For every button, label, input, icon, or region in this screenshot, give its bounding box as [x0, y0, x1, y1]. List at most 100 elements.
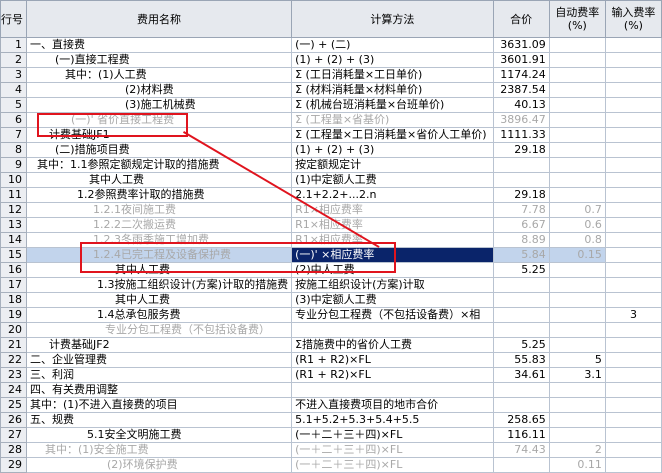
fee-name-cell[interactable]: 1.2.1夜间施工费 [25, 202, 293, 218]
auto-rate-cell[interactable] [548, 292, 606, 308]
input-rate-cell[interactable] [604, 262, 662, 278]
table-row[interactable]: 21 计费基础JF2 Σ措施费中的省价人工费 5.25 [0, 337, 662, 353]
calc-method-cell[interactable] [291, 322, 494, 338]
auto-rate-cell[interactable] [548, 127, 606, 143]
calc-method-cell[interactable]: (2)中人工费 [291, 262, 494, 278]
auto-rate-cell[interactable] [548, 142, 606, 158]
fee-name-cell[interactable]: 1.2.2二次搬运费 [25, 217, 293, 233]
total-cell[interactable] [492, 307, 550, 323]
input-rate-cell[interactable] [604, 397, 662, 413]
calc-method-cell[interactable]: Σ (工日消耗量×工日单价) [291, 67, 494, 83]
input-rate-cell[interactable] [604, 457, 662, 473]
table-row[interactable]: 6 (一)' 省价直接工程费 Σ (工程量×省基价) 3896.47 [0, 112, 662, 128]
table-row[interactable]: 19 1.4总承包服务费 专业分包工程费（不包括设备费）×相 3 [0, 307, 662, 323]
fee-name-cell[interactable]: 二、企业管理费 [25, 352, 293, 368]
input-rate-cell[interactable] [604, 127, 662, 143]
auto-rate-cell[interactable] [548, 67, 606, 83]
auto-rate-cell[interactable] [548, 157, 606, 173]
table-row[interactable]: 3 其中：(1)人工费 Σ (工日消耗量×工日单价) 1174.24 [0, 67, 662, 83]
fee-name-cell[interactable]: 其中：(1)安全施工费 [25, 442, 293, 458]
calc-method-cell[interactable]: 按定额规定计 [291, 157, 494, 173]
total-cell[interactable]: 1111.33 [492, 127, 550, 143]
fee-name-cell[interactable]: 1.2.4已完工程及设备保护费 [25, 247, 293, 263]
total-cell[interactable] [492, 322, 550, 338]
table-row[interactable]: 13 1.2.2二次搬运费 R1×相应费率 6.67 0.6 [0, 217, 662, 233]
fee-name-cell[interactable]: 1.2参照费率计取的措施费 [25, 187, 293, 203]
auto-rate-cell[interactable] [548, 307, 606, 323]
calc-method-cell[interactable]: (一＋二＋三＋四)×FL [291, 457, 494, 473]
calc-method-cell[interactable]: R1×相应费率 [291, 217, 494, 233]
total-cell[interactable]: 8.89 [492, 232, 550, 248]
table-row[interactable]: 9 其中：1.1参照定额规定计取的措施费 按定额规定计 [0, 157, 662, 173]
fee-name-cell[interactable]: (一)' 省价直接工程费 [25, 112, 293, 128]
total-cell[interactable]: 7.78 [492, 202, 550, 218]
auto-rate-cell[interactable] [548, 382, 606, 398]
fee-name-cell[interactable]: 1.4总承包服务费 [25, 307, 293, 323]
auto-rate-cell[interactable] [548, 187, 606, 203]
total-cell[interactable]: 3601.91 [492, 52, 550, 68]
header-input-rate[interactable]: 输入费率 (%) [604, 0, 662, 38]
fee-name-cell[interactable]: 5.1安全文明施工费 [25, 427, 293, 443]
total-cell[interactable]: 29.18 [492, 187, 550, 203]
table-row[interactable]: 5 (3)施工机械费 Σ (机械台班消耗量×台班单价) 40.13 [0, 97, 662, 113]
auto-rate-cell[interactable] [548, 112, 606, 128]
calc-method-cell[interactable]: (1) + (2) + (3) [291, 52, 494, 68]
header-total[interactable]: 合价 [492, 0, 550, 38]
fee-name-cell[interactable]: 计费基础JF2 [25, 337, 293, 353]
fee-name-cell[interactable]: 专业分包工程费（不包括设备费） [25, 322, 293, 338]
calc-method-cell-selected[interactable]: (一)' ×相应费率 [291, 247, 494, 263]
auto-rate-cell[interactable]: 0.11 [548, 457, 606, 473]
calc-method-cell[interactable]: (1)中定额人工费 [291, 172, 494, 188]
auto-rate-cell[interactable] [548, 82, 606, 98]
fee-name-cell[interactable]: 1.2.3冬雨季施工增加费 [25, 232, 293, 248]
table-row[interactable]: 2 (一)直接工程费 (1) + (2) + (3) 3601.91 [0, 52, 662, 68]
fee-name-cell[interactable]: 五、规费 [25, 412, 293, 428]
input-rate-cell[interactable] [604, 142, 662, 158]
calc-method-cell[interactable]: 按施工组织设计(方案)计取 [291, 277, 494, 293]
table-row[interactable]: 12 1.2.1夜间施工费 R1×相应费率 7.78 0.7 [0, 202, 662, 218]
total-cell[interactable]: 116.11 [492, 427, 550, 443]
table-row[interactable]: 10 其中人工费 (1)中定额人工费 [0, 172, 662, 188]
table-row[interactable]: 29 (2)环境保护费 (一＋二＋三＋四)×FL 0.11 [0, 457, 662, 473]
table-row[interactable]: 20 专业分包工程费（不包括设备费） [0, 322, 662, 338]
table-row[interactable]: 22 二、企业管理费 (R1 + R2)×FL 55.83 5 [0, 352, 662, 368]
auto-rate-cell[interactable] [548, 262, 606, 278]
calc-method-cell[interactable]: (R1 + R2)×FL [291, 352, 494, 368]
input-rate-cell[interactable] [604, 427, 662, 443]
table-row[interactable]: 26 五、规费 5.1+5.2+5.3+5.4+5.5 258.65 [0, 412, 662, 428]
fee-name-cell[interactable]: 计费基础JF1 [25, 127, 293, 143]
table-row-selected[interactable]: 15 1.2.4已完工程及设备保护费 (一)' ×相应费率 5.84 0.15 [0, 247, 662, 263]
table-row[interactable]: 23 三、利润 (R1 + R2)×FL 34.61 3.1 [0, 367, 662, 383]
auto-rate-cell[interactable] [548, 412, 606, 428]
total-cell[interactable]: 6.67 [492, 217, 550, 233]
input-rate-cell[interactable] [604, 292, 662, 308]
auto-rate-cell[interactable]: 3.1 [548, 367, 606, 383]
auto-rate-cell[interactable] [548, 52, 606, 68]
table-row[interactable]: 1 一、直接费 (一) + (二) 3631.09 [0, 37, 662, 53]
fee-name-cell[interactable]: 1.3按施工组织设计(方案)计取的措施费 [25, 277, 293, 293]
calc-method-cell[interactable]: Σ (工程量×省基价) [291, 112, 494, 128]
auto-rate-cell[interactable]: 0.7 [548, 202, 606, 218]
total-cell[interactable]: 5.84 [492, 247, 550, 263]
calc-method-cell[interactable] [291, 382, 494, 398]
fee-name-cell[interactable]: 其中人工费 [25, 262, 293, 278]
calc-method-cell[interactable]: 专业分包工程费（不包括设备费）×相 [291, 307, 494, 323]
table-row[interactable]: 25 其中：(1)不进入直接费的项目 不进入直接费项目的地市合价 [0, 397, 662, 413]
total-cell[interactable]: 1174.24 [492, 67, 550, 83]
fee-name-cell[interactable]: 其中：1.1参照定额规定计取的措施费 [25, 157, 293, 173]
calc-method-cell[interactable]: Σ (材料消耗量×材料单价) [291, 82, 494, 98]
total-cell[interactable]: 29.18 [492, 142, 550, 158]
fee-name-cell[interactable]: (2)环境保护费 [25, 457, 293, 473]
total-cell[interactable]: 74.43 [492, 442, 550, 458]
total-cell[interactable]: 40.13 [492, 97, 550, 113]
total-cell[interactable] [492, 292, 550, 308]
total-cell[interactable]: 55.83 [492, 352, 550, 368]
fee-name-cell[interactable]: (二)措施项目费 [25, 142, 293, 158]
input-rate-cell[interactable] [604, 322, 662, 338]
fee-name-cell[interactable]: 其中：(1)不进入直接费的项目 [25, 397, 293, 413]
table-row[interactable]: 4 (2)材料费 Σ (材料消耗量×材料单价) 2387.54 [0, 82, 662, 98]
table-row[interactable]: 24 四、有关费用调整 [0, 382, 662, 398]
calc-method-cell[interactable]: (3)中定额人工费 [291, 292, 494, 308]
auto-rate-cell[interactable]: 0.6 [548, 217, 606, 233]
input-rate-cell[interactable] [604, 247, 662, 263]
